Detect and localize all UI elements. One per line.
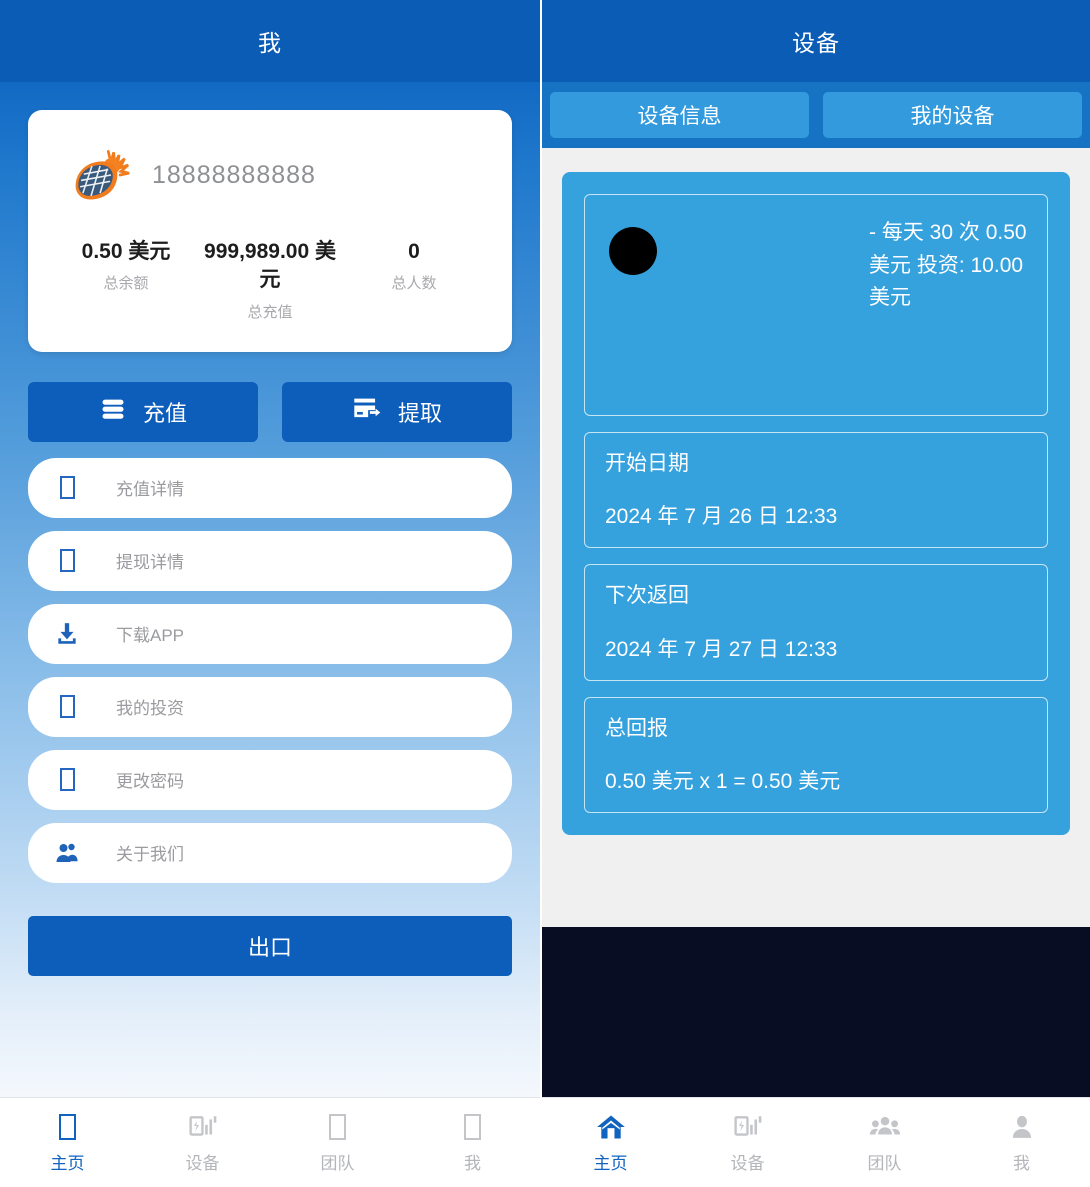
dark-filler-block <box>542 927 1090 1097</box>
account-menu-list: 充值详情 提现详情 下载APP 我的投资 更改密码 关于我们 <box>28 457 512 883</box>
right-page-title: 设备 <box>542 0 1090 82</box>
nav-item-device[interactable]: 设备 <box>135 1112 270 1174</box>
stat-label: 总余额 <box>103 275 149 293</box>
box-value: 2024 年 7 月 26 日 12:33 <box>605 505 838 529</box>
nav-item-label: 团队 <box>320 1153 355 1173</box>
nav-item-team[interactable]: 团队 <box>816 1112 953 1174</box>
users-icon <box>54 840 80 866</box>
device-next-return-box: 下次返回 2024 年 7 月 27 日 12:33 <box>584 564 1048 681</box>
action-button-row: 充值 提取 <box>28 381 512 442</box>
nav-item-team[interactable]: 团队 <box>270 1112 405 1174</box>
menu-item-download-app[interactable]: 下载APP <box>28 603 512 664</box>
device-chart-icon <box>188 1112 217 1142</box>
download-icon <box>54 621 80 647</box>
recharge-button[interactable]: 充值 <box>28 381 258 442</box>
box-title: 开始日期 <box>605 452 689 475</box>
withdraw-button[interactable]: 提取 <box>282 381 512 442</box>
box-title: 下次返回 <box>605 584 689 608</box>
nav-item-label: 设备 <box>185 1153 220 1173</box>
menu-item-change-password[interactable]: 更改密码 <box>28 749 512 810</box>
missing-glyph-icon <box>329 1112 346 1142</box>
person-icon <box>1009 1112 1035 1142</box>
solar-globe-logo-icon <box>72 146 130 204</box>
left-scroll-area: 18888888888 0.50 美元 总余额 999,989.00 美元 总充… <box>0 82 540 1097</box>
left-page-title: 我 <box>0 0 540 82</box>
stat-total-recharge: 999,989.00 美元 总充值 <box>198 238 342 322</box>
stat-label: 总充值 <box>247 303 293 321</box>
recharge-button-label: 充值 <box>142 400 187 426</box>
missing-glyph-icon <box>464 1112 481 1142</box>
money-stack-icon <box>99 395 127 429</box>
right-scroll-area: - 每天 30 次 0.50 美元 投资: 10.00 美元 开始日期 2024… <box>542 148 1090 927</box>
device-start-date-box: 开始日期 2024 年 7 月 26 日 12:33 <box>584 432 1048 549</box>
right-bottom-nav: 主页 设备 团队 我 <box>542 1097 1090 1187</box>
nav-item-label: 主页 <box>50 1153 85 1173</box>
menu-item-label: 更改密码 <box>116 772 184 792</box>
missing-glyph-icon <box>54 767 80 793</box>
stat-total-balance: 0.50 美元 总余额 <box>54 238 198 293</box>
box-title: 总回报 <box>605 716 668 740</box>
device-summary-box: - 每天 30 次 0.50 美元 投资: 10.00 美元 <box>584 194 1048 416</box>
tab-my-device[interactable]: 我的设备 <box>823 92 1082 138</box>
users-group-icon <box>869 1112 901 1142</box>
missing-glyph-icon <box>54 548 80 574</box>
missing-glyph-icon <box>59 1112 76 1142</box>
tab-device-info[interactable]: 设备信息 <box>550 92 809 138</box>
box-value: 2024 年 7 月 27 日 12:33 <box>605 637 838 661</box>
nav-item-home[interactable]: 主页 <box>0 1112 135 1174</box>
left-phone-panel: 我 18888888888 0.50 美元 总余额 999,989.00 美元 … <box>0 0 540 1187</box>
stat-label: 总人数 <box>391 275 437 293</box>
menu-item-label: 下载APP <box>116 626 185 646</box>
menu-item-label: 我的投资 <box>116 699 184 719</box>
menu-item-my-investment[interactable]: 我的投资 <box>28 676 512 737</box>
profile-phone-number: 18888888888 <box>152 160 316 189</box>
menu-item-recharge-details[interactable]: 充值详情 <box>28 457 512 518</box>
missing-glyph-icon <box>54 475 80 501</box>
device-tab-bar: 设备信息 我的设备 <box>542 82 1090 148</box>
box-value: 0.50 美元 x 1 = 0.50 美元 <box>605 769 841 793</box>
missing-glyph-icon <box>54 694 80 720</box>
menu-item-label: 提现详情 <box>116 553 184 573</box>
device-total-return-box: 总回报 0.50 美元 x 1 = 0.50 美元 <box>584 696 1048 814</box>
nav-item-label: 主页 <box>593 1153 628 1173</box>
withdraw-button-label: 提取 <box>397 400 442 426</box>
right-phone-panel: 设备 设备信息 我的设备 - 每天 30 次 0.50 美元 投资: 10.00… <box>540 0 1090 1187</box>
device-summary-text: - 每天 30 次 0.50 美元 投资: 10.00 美元 <box>869 221 1027 310</box>
nav-item-label: 设备 <box>730 1153 765 1173</box>
menu-item-withdraw-details[interactable]: 提现详情 <box>28 530 512 591</box>
card-arrow-icon <box>352 395 382 429</box>
right-page-title-text: 设备 <box>792 30 840 56</box>
menu-item-about-us[interactable]: 关于我们 <box>28 822 512 883</box>
logout-button[interactable]: 出口 <box>28 915 512 976</box>
home-icon <box>596 1112 626 1142</box>
menu-item-label: 充值详情 <box>116 480 184 500</box>
dual-phone-screenshot: 我 18888888888 0.50 美元 总余额 999,989.00 美元 … <box>0 0 1090 1187</box>
menu-item-label: 关于我们 <box>116 845 184 865</box>
nav-item-me[interactable]: 我 <box>953 1112 1090 1174</box>
profile-card: 18888888888 0.50 美元 总余额 999,989.00 美元 总充… <box>28 110 512 352</box>
profile-stats: 0.50 美元 总余额 999,989.00 美元 总充值 0 总人数 <box>54 238 486 330</box>
stat-value: 0.50 美元 <box>81 240 171 263</box>
nav-item-device[interactable]: 设备 <box>679 1112 816 1174</box>
left-page-title-text: 我 <box>258 30 282 56</box>
stat-value: 0 <box>408 240 420 263</box>
device-card: - 每天 30 次 0.50 美元 投资: 10.00 美元 开始日期 2024… <box>562 172 1070 836</box>
left-bottom-nav: 主页 设备 团队 我 <box>0 1097 540 1187</box>
nav-item-me[interactable]: 我 <box>405 1112 540 1174</box>
nav-item-label: 我 <box>464 1153 481 1173</box>
profile-header-row: 18888888888 <box>54 136 486 238</box>
nav-item-label: 我 <box>1013 1153 1030 1173</box>
stat-total-people: 0 总人数 <box>342 238 486 293</box>
nav-item-label: 团队 <box>867 1153 902 1173</box>
stat-value: 999,989.00 美元 <box>204 240 336 292</box>
device-chart-icon <box>733 1112 762 1142</box>
broken-image-circle-icon <box>609 227 657 275</box>
nav-item-home[interactable]: 主页 <box>542 1112 679 1174</box>
